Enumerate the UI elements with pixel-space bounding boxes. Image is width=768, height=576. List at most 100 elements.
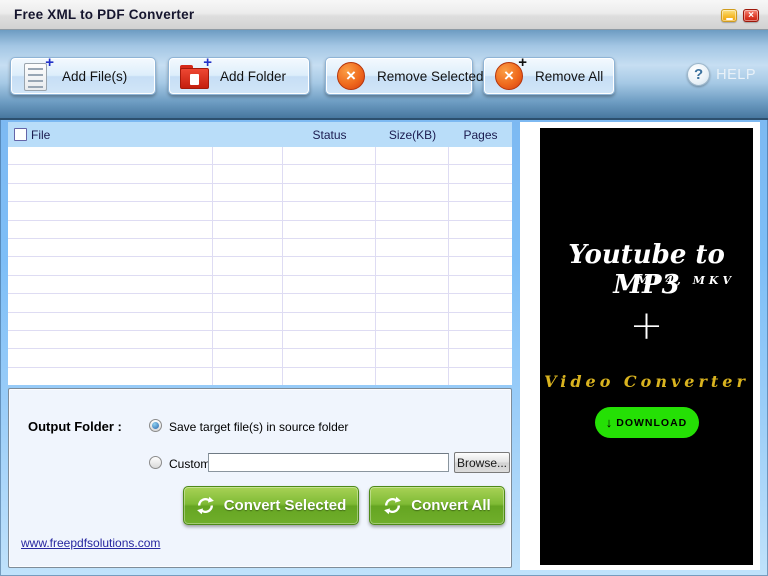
add-files-label: Add File(s)	[62, 68, 128, 84]
column-header-file: File	[31, 127, 51, 142]
output-folder-panel: Output Folder : Save target file(s) in s…	[8, 388, 512, 568]
table-row[interactable]	[8, 165, 512, 184]
table-row[interactable]	[8, 330, 512, 350]
convert-selected-button[interactable]: Convert Selected	[183, 486, 359, 525]
column-header-pages: Pages	[463, 127, 498, 142]
ad-download-button[interactable]: ↓ DOWNLOAD	[594, 407, 699, 438]
add-file-icon: +	[21, 55, 54, 93]
table-cell	[213, 220, 283, 238]
app-window: Free XML to PDF Converter × + Add File(s…	[0, 0, 768, 576]
file-table-body[interactable]	[8, 147, 512, 386]
title-bar: Free XML to PDF Converter ×	[0, 0, 768, 30]
minimize-button[interactable]	[721, 9, 737, 22]
table-cell	[449, 257, 512, 274]
remove-selected-label: Remove Selected	[377, 68, 484, 84]
ad-panel: Youtube to MP3 MP4, MKV + Video Converte…	[520, 122, 760, 570]
remove-all-button[interactable]: × + Remove All	[483, 55, 615, 95]
table-cell	[213, 202, 283, 220]
output-path-input[interactable]	[208, 453, 449, 472]
table-cell	[283, 202, 376, 220]
close-button[interactable]: ×	[743, 9, 759, 22]
table-cell	[283, 330, 376, 349]
table-cell	[213, 275, 283, 294]
table-cell	[8, 294, 213, 312]
select-all-checkbox[interactable]	[14, 128, 27, 141]
table-cell	[376, 312, 449, 330]
table-cell	[449, 276, 512, 293]
table-cell	[283, 275, 376, 294]
table-row[interactable]	[8, 238, 512, 258]
table-row[interactable]	[8, 202, 512, 221]
table-cell	[283, 367, 376, 386]
browse-label: Browse...	[456, 455, 507, 470]
table-row[interactable]	[8, 349, 512, 368]
table-cell	[213, 330, 283, 349]
table-row[interactable]	[8, 367, 512, 386]
table-cell	[376, 294, 449, 312]
table-cell	[449, 221, 512, 238]
help-label: HELP	[716, 66, 756, 83]
table-cell	[283, 183, 376, 202]
table-cell	[8, 202, 213, 220]
convert-icon	[196, 496, 214, 515]
table-cell	[376, 275, 449, 294]
table-cell	[8, 349, 213, 367]
column-header-size: Size(KB)	[388, 127, 437, 142]
table-row[interactable]	[8, 147, 512, 166]
table-cell	[376, 330, 449, 349]
file-list-panel: File Status Size(KB) Pages	[8, 122, 512, 386]
add-files-button[interactable]: + Add File(s)	[10, 55, 156, 95]
table-cell	[283, 238, 376, 257]
add-folder-button[interactable]: + Add Folder	[168, 55, 310, 95]
save-in-source-radio[interactable]	[149, 419, 162, 432]
ad-title: Youtube to MP3	[568, 240, 725, 300]
browse-button[interactable]: Browse...	[454, 452, 510, 473]
convert-selected-label: Convert Selected	[223, 497, 347, 514]
convert-all-button[interactable]: Convert All	[369, 486, 505, 525]
convert-icon	[384, 496, 402, 515]
table-cell	[213, 349, 283, 367]
convert-all-label: Convert All	[411, 497, 491, 514]
table-cell	[283, 165, 376, 183]
table-cell	[213, 165, 283, 183]
table-cell	[376, 220, 449, 238]
customize-radio[interactable]	[149, 456, 162, 469]
table-cell	[8, 220, 213, 238]
save-in-source-label: Save target file(s) in source folder	[169, 420, 349, 434]
table-cell	[376, 183, 449, 202]
table-cell	[213, 183, 283, 202]
help-button[interactable]: ? HELP	[687, 63, 756, 86]
table-cell	[283, 312, 376, 330]
table-cell	[213, 238, 283, 257]
table-row[interactable]	[8, 257, 512, 276]
table-cell	[8, 238, 213, 257]
table-cell	[449, 294, 512, 311]
plus-icon: +	[45, 54, 54, 71]
table-row[interactable]	[8, 312, 512, 331]
table-row[interactable]	[8, 275, 512, 295]
table-cell	[283, 147, 376, 165]
plus-icon: +	[203, 54, 212, 71]
column-header-status: Status	[312, 127, 347, 142]
ad-plus-sign: +	[629, 303, 664, 349]
remove-selected-button[interactable]: × Remove Selected	[325, 57, 484, 95]
download-arrow-icon: ↓	[605, 415, 613, 430]
table-row[interactable]	[8, 183, 512, 203]
table-cell	[376, 367, 449, 386]
table-cell	[8, 183, 213, 202]
window-title: Free XML to PDF Converter	[14, 7, 195, 22]
table-row[interactable]	[8, 294, 512, 313]
table-cell	[449, 147, 512, 164]
table-row[interactable]	[8, 220, 512, 239]
table-cell	[449, 313, 512, 330]
table-cell	[213, 147, 283, 165]
table-cell	[449, 331, 512, 348]
website-link[interactable]: www.freepdfsolutions.com	[21, 536, 160, 550]
add-folder-label: Add Folder	[220, 68, 287, 84]
output-folder-label: Output Folder :	[28, 419, 122, 434]
ad-banner[interactable]: Youtube to MP3 MP4, MKV + Video Converte…	[540, 128, 753, 565]
table-cell	[376, 147, 449, 165]
table-cell	[8, 147, 213, 165]
add-folder-icon: +	[179, 55, 212, 93]
ad-secondary-title: Video Converter	[544, 372, 749, 391]
